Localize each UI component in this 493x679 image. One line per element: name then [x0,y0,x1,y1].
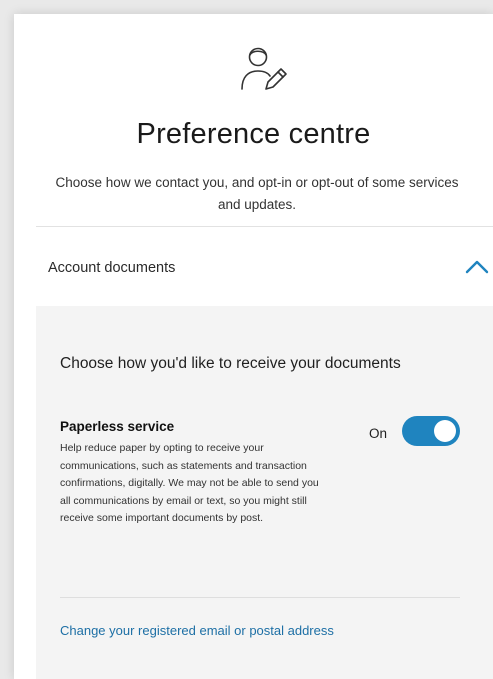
panel-heading: Choose how you'd like to receive your do… [60,355,401,372]
toggle-state-label: On [369,426,388,441]
section-label: Account documents [48,260,176,276]
page-title: Preference centre [136,118,371,150]
toggle-knob [434,420,456,442]
user-edit-icon [241,47,287,90]
paperless-service-title: Paperless service [60,419,175,434]
intro-text: Choose how we contact you, and opt-in or… [55,175,459,212]
change-address-link[interactable]: Change your registered email or postal a… [60,623,334,638]
paperless-toggle[interactable] [402,416,460,446]
paperless-service-description: Help reduce paper by opting to receive y… [60,442,319,524]
divider [36,226,493,227]
divider [60,597,460,598]
chevron-up-icon[interactable] [464,258,490,276]
account-documents-accordion[interactable]: Account documents [36,242,493,298]
preference-card: Preference centre Choose how we contact … [14,14,493,679]
account-documents-panel: Choose how you'd like to receive your do… [36,306,493,679]
